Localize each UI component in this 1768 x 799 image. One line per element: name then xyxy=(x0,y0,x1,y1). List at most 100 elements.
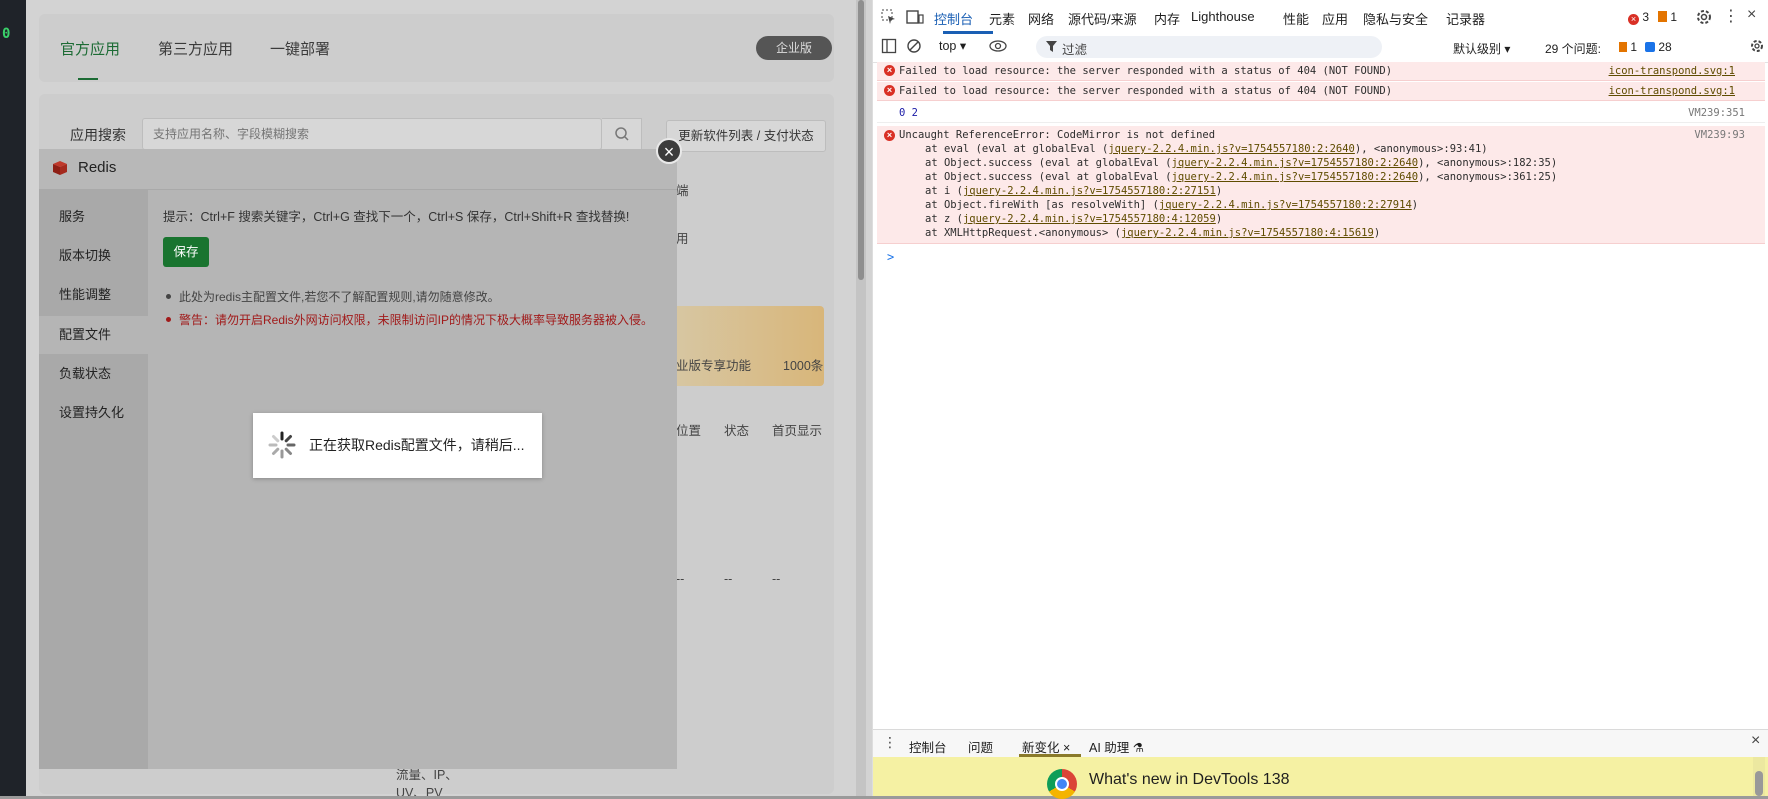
tab-official-apps[interactable]: 官方应用 xyxy=(60,38,120,59)
console-message-error[interactable]: × Failed to load resource: the server re… xyxy=(877,62,1765,81)
whats-new-banner: What's new in DevTools 138 xyxy=(873,757,1768,799)
console-message-error[interactable]: × Failed to load resource: the server re… xyxy=(877,82,1765,101)
stack-text: at XMLHttpRequest.<anonymous> ( xyxy=(925,227,1121,239)
stack-text: ), <anonymous>:361:25) xyxy=(1418,171,1558,183)
stack-text: ), <anonymous>:93:41) xyxy=(1354,143,1488,155)
save-button[interactable]: 保存 xyxy=(163,237,209,267)
console-message-log[interactable]: 0 2 VM239:351 xyxy=(877,104,1765,123)
issues-info-count[interactable]: 28 xyxy=(1645,40,1672,54)
message-source-link[interactable]: VM239:93 xyxy=(1694,129,1745,141)
sidebar-item-config-file[interactable]: 配置文件 xyxy=(39,316,148,354)
bg-text: 1000条 xyxy=(783,359,824,373)
message-source-link[interactable]: VM239:351 xyxy=(1688,107,1745,119)
search-label: 应用搜索 xyxy=(70,127,126,143)
enterprise-badge[interactable]: 企业版 xyxy=(756,36,832,60)
context-selector[interactable]: top ▾ xyxy=(939,38,966,53)
inspect-element-icon[interactable] xyxy=(881,9,897,25)
stack-link[interactable]: jquery-2.2.4.min.js?v=1754557180:2:2640 xyxy=(1172,171,1419,183)
column-header: 状态 xyxy=(724,424,750,438)
config-note: 此处为redis主配置文件,若您不了解配置规则,请勿随意修改。 xyxy=(166,290,500,304)
drawer-tab-label: 新变化 xyxy=(1022,741,1060,755)
message-text: Failed to load resource: the server resp… xyxy=(899,65,1393,77)
drawer-menu-icon[interactable]: ⋮ xyxy=(883,734,897,751)
bg-text: -- xyxy=(676,572,685,586)
console-settings-icon[interactable] xyxy=(1749,38,1765,54)
stack-link[interactable]: jquery-2.2.4.min.js?v=1754557180:2:27151 xyxy=(963,185,1216,197)
app-search-input[interactable] xyxy=(143,119,563,149)
sidebar-item-performance[interactable]: 性能调整 xyxy=(39,276,148,314)
tab-memory[interactable]: 内存 xyxy=(1154,9,1180,28)
drawer-scrollbar[interactable] xyxy=(1753,757,1765,796)
terminal-strip: 0 xyxy=(0,0,26,796)
stack-text: at Object.fireWith [as resolveWith] ( xyxy=(925,199,1159,211)
bg-text: -- xyxy=(724,572,733,586)
stack-text: ) xyxy=(1215,213,1223,225)
drawer-tab-label: AI 助理 xyxy=(1089,741,1130,755)
page-scrollbar[interactable] xyxy=(856,0,866,796)
message-source-link[interactable]: icon-transpond.svg:1 xyxy=(1609,85,1735,97)
close-devtools-icon[interactable]: × xyxy=(1747,6,1756,24)
error-counter[interactable]: × 3 xyxy=(1628,10,1649,25)
search-box xyxy=(142,118,602,150)
modal-title: Redis xyxy=(78,159,117,176)
sidebar-item-version-switch[interactable]: 版本切换 xyxy=(39,237,148,275)
tab-network[interactable]: 网络 xyxy=(1028,9,1054,28)
security-warning: 警告：请勿开启Redis外网访问权限，未限制访问IP的情况下极大概率导致服务器被… xyxy=(165,313,654,327)
more-options-icon[interactable]: ⋮ xyxy=(1723,6,1739,26)
stack-link[interactable]: jquery-2.2.4.min.js?v=1754557180:4:15619 xyxy=(1121,227,1374,239)
stack-link[interactable]: jquery-2.2.4.min.js?v=1754557180:4:12059 xyxy=(963,213,1216,225)
terminal-text: 0 xyxy=(2,26,11,42)
sidebar-toggle-icon[interactable] xyxy=(881,38,897,54)
column-header: 首页显示 xyxy=(772,424,823,438)
warning-counter[interactable]: 1 xyxy=(1658,10,1677,24)
tab-sources[interactable]: 源代码/来源 xyxy=(1068,9,1137,28)
eye-icon[interactable] xyxy=(988,38,1008,54)
message-source-link[interactable]: icon-transpond.svg:1 xyxy=(1609,65,1735,77)
loading-dialog: 正在获取Redis配置文件，请稍后... xyxy=(253,413,542,478)
close-drawer-icon[interactable]: × xyxy=(1751,732,1760,750)
search-icon xyxy=(615,127,629,141)
stack-line: at Object.fireWith [as resolveWith] (jqu… xyxy=(925,199,1418,211)
flask-icon: ⚗ xyxy=(1132,741,1144,755)
stack-line: at XMLHttpRequest.<anonymous> (jquery-2.… xyxy=(925,227,1380,239)
issues-label[interactable]: 29 个问题: xyxy=(1545,40,1601,57)
tab-one-click-deploy[interactable]: 一键部署 xyxy=(270,38,330,59)
drawer-tab-issues[interactable]: 问题 xyxy=(968,737,993,756)
tab-performance[interactable]: 性能 xyxy=(1283,9,1309,28)
device-toolbar-icon[interactable] xyxy=(906,9,924,25)
issues-warning-count[interactable]: 1 xyxy=(1619,40,1637,54)
devtools-panel: 控制台 元素 网络 源代码/来源 内存 Lighthouse 性能 应用 隐私与… xyxy=(872,0,1768,799)
update-software-list-button[interactable]: 更新软件列表 / 支付状态 xyxy=(666,120,826,152)
console-message-error[interactable]: × Uncaught ReferenceError: CodeMirror is… xyxy=(877,126,1765,244)
close-modal-button[interactable]: × xyxy=(656,138,682,164)
close-tab-icon[interactable]: × xyxy=(1063,741,1070,755)
sidebar-item-service[interactable]: 服务 xyxy=(39,198,148,236)
clear-console-icon[interactable] xyxy=(906,38,922,54)
stack-link[interactable]: jquery-2.2.4.min.js?v=1754557180:2:2640 xyxy=(1108,143,1355,155)
tab-privacy-security[interactable]: 隐私与安全 xyxy=(1363,9,1428,28)
drawer-tab-ai-assistant[interactable]: AI 助理 ⚗ xyxy=(1089,737,1144,756)
sidebar-item-persistence[interactable]: 设置持久化 xyxy=(39,394,148,432)
message-text: 0 2 xyxy=(899,107,918,119)
stack-text: at eval (eval at globalEval ( xyxy=(925,143,1109,155)
error-icon: × xyxy=(884,65,895,76)
tab-elements[interactable]: 元素 xyxy=(989,9,1015,28)
stack-link[interactable]: jquery-2.2.4.min.js?v=1754557180:2:2640 xyxy=(1172,157,1419,169)
tab-lighthouse[interactable]: Lighthouse xyxy=(1191,9,1255,24)
settings-gear-icon[interactable] xyxy=(1695,8,1713,26)
chrome-logo-icon xyxy=(1047,769,1077,799)
redis-icon xyxy=(53,161,67,175)
search-button[interactable] xyxy=(602,118,642,150)
filter-input[interactable]: 过滤 xyxy=(1036,36,1382,58)
drawer-tab-console[interactable]: 控制台 xyxy=(909,737,947,756)
tab-application[interactable]: 应用 xyxy=(1322,9,1348,28)
stack-link[interactable]: jquery-2.2.4.min.js?v=1754557180:2:27914 xyxy=(1159,199,1412,211)
tab-console[interactable]: 控制台 xyxy=(934,9,973,28)
tab-third-party-apps[interactable]: 第三方应用 xyxy=(158,38,233,59)
tab-recorder[interactable]: 记录器 xyxy=(1446,9,1485,28)
stack-text: at Object.success (eval at globalEval ( xyxy=(925,157,1172,169)
console-prompt[interactable]: > xyxy=(887,250,894,264)
promo-banner[interactable] xyxy=(660,306,824,386)
sidebar-item-load-status[interactable]: 负载状态 xyxy=(39,355,148,393)
log-level-selector[interactable]: 默认级别 ▾ xyxy=(1453,40,1510,57)
